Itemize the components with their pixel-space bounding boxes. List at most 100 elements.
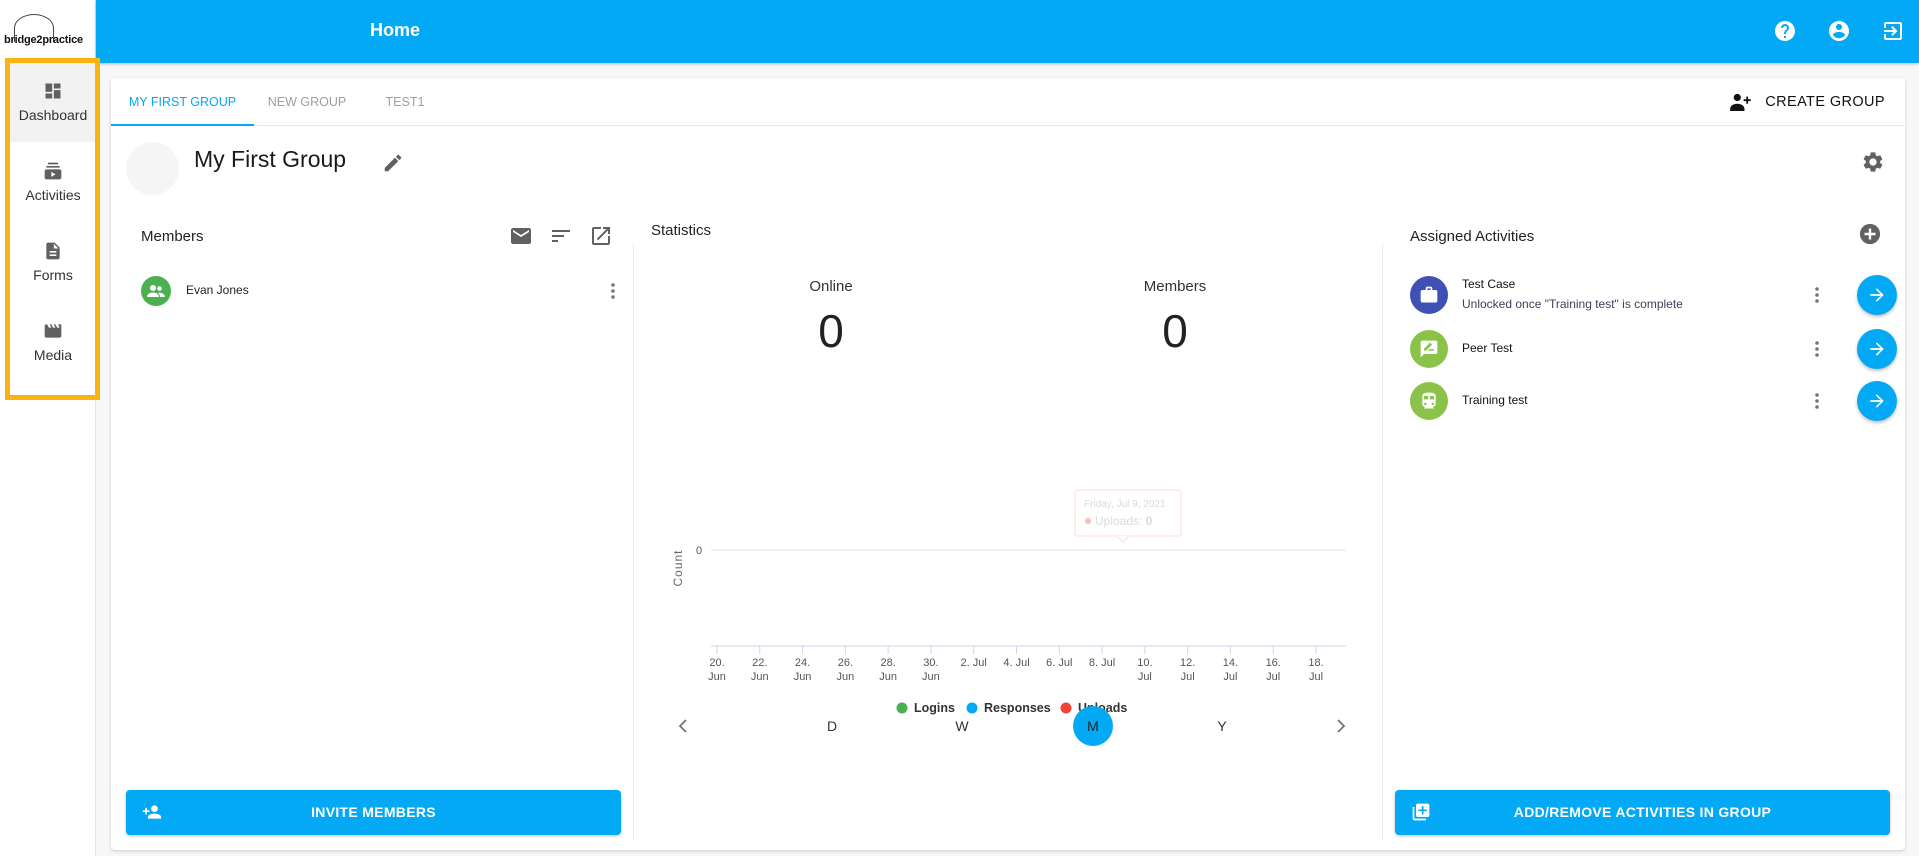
group-avatar[interactable] xyxy=(126,142,179,195)
sidebar-item-label: Dashboard xyxy=(18,107,88,123)
create-group-label: CREATE GROUP xyxy=(1765,94,1885,110)
x-tick-label: 8. Jul xyxy=(1089,657,1115,669)
sidebar-item-media[interactable]: Media xyxy=(10,302,96,382)
legend-marker xyxy=(896,702,908,714)
activity-name: Peer Test xyxy=(1462,341,1513,355)
activity-avatar xyxy=(1410,330,1448,368)
column-divider xyxy=(633,244,634,840)
activity-avatar xyxy=(1410,276,1448,314)
tooltip-date: Friday, Jul 9, 2021 xyxy=(1084,499,1166,510)
feedback-icon xyxy=(1420,340,1438,358)
activity-name: Training test xyxy=(1462,393,1528,407)
arrow-forward-icon xyxy=(1870,342,1884,356)
x-tick-label: Jul xyxy=(1223,671,1237,683)
x-tick-label: Jun xyxy=(879,671,897,683)
arrow-forward-icon xyxy=(1870,288,1884,302)
tooltip-box xyxy=(1074,489,1182,537)
tab-new-group[interactable]: NEW GROUP xyxy=(254,78,360,126)
activities-icon xyxy=(44,162,62,180)
member-row[interactable]: Evan Jones xyxy=(141,276,619,306)
logout-icon[interactable] xyxy=(1881,19,1905,43)
open-activity-button[interactable] xyxy=(1857,381,1897,421)
logo[interactable]: bridge2practice xyxy=(4,12,94,46)
x-tick-label: 4. Jul xyxy=(1003,657,1029,669)
range-week-button[interactable]: W xyxy=(942,706,982,746)
range-day-button[interactable]: D xyxy=(812,706,852,746)
account-icon[interactable] xyxy=(1827,19,1851,43)
range-month-button[interactable]: M xyxy=(1073,706,1113,746)
assigned-activities-title: Assigned Activities xyxy=(1410,228,1535,245)
open-in-new-icon[interactable] xyxy=(589,224,613,248)
x-tick-label: Jun xyxy=(708,671,726,683)
create-group-button[interactable]: CREATE GROUP xyxy=(1729,78,1885,126)
y-axis-label: Count xyxy=(671,549,685,586)
legend-marker xyxy=(1060,702,1072,714)
sidebar-item-label: Media xyxy=(33,347,73,363)
range-year-button[interactable]: Y xyxy=(1202,706,1242,746)
tooltip-series-dot xyxy=(1085,518,1091,524)
chart-tooltip: Friday, Jul 9, 2021 Uploads: 0 xyxy=(1074,489,1182,543)
activity-row[interactable]: Peer Test xyxy=(1410,329,1905,376)
group-add-icon xyxy=(1730,93,1752,111)
email-icon[interactable] xyxy=(509,224,533,248)
x-tick-label: 24. xyxy=(795,657,810,669)
sidebar: bridge2practice Dashboard Activities For… xyxy=(0,0,96,856)
activity-row[interactable]: Training test xyxy=(1410,381,1905,428)
add-remove-activities-button[interactable]: ADD/REMOVE ACTIVITIES IN GROUP xyxy=(1395,790,1890,835)
x-tick-label: 10. xyxy=(1137,657,1152,669)
x-tick-label: 26. xyxy=(838,657,853,669)
more-vert-icon[interactable] xyxy=(1812,339,1822,359)
members-count-label: Members xyxy=(1143,278,1207,295)
x-tick-label: 2. Jul xyxy=(961,657,987,669)
x-tick-label: Jun xyxy=(836,671,854,683)
member-avatar xyxy=(141,276,171,306)
legend-label: Responses xyxy=(984,701,1051,715)
arrow-forward-icon xyxy=(1870,394,1884,408)
open-activity-button[interactable] xyxy=(1857,329,1897,369)
more-vert-icon[interactable] xyxy=(608,281,618,301)
sidebar-item-dashboard[interactable]: Dashboard xyxy=(10,62,96,142)
y-tick-label: 0 xyxy=(696,545,702,557)
top-app-bar: Home xyxy=(96,0,1919,63)
tooltip-series: Uploads: 0 xyxy=(1095,514,1153,528)
x-tick-label: 22. xyxy=(752,657,767,669)
settings-icon[interactable] xyxy=(1861,150,1885,174)
edit-icon[interactable] xyxy=(382,152,404,174)
previous-period-icon[interactable] xyxy=(673,714,693,738)
sidebar-item-label: Activities xyxy=(25,187,81,203)
group-card: MY FIRST GROUP NEW GROUP TEST1 CREATE GR… xyxy=(111,78,1905,850)
train-icon xyxy=(1422,392,1436,409)
sidebar-item-activities[interactable]: Activities xyxy=(10,142,96,222)
group-icon xyxy=(147,285,165,297)
x-tick-label: Jul xyxy=(1138,671,1152,683)
x-tick-label: Jul xyxy=(1309,671,1323,683)
activity-avatar xyxy=(1410,382,1448,420)
page-title: Home xyxy=(370,20,421,40)
activity-subtitle: Unlocked once "Training test" is complet… xyxy=(1462,297,1683,311)
members-title: Members xyxy=(141,228,204,245)
members-count-value: 0 xyxy=(1162,305,1188,357)
x-tick-label: Jul xyxy=(1266,671,1280,683)
next-period-icon[interactable] xyxy=(1331,714,1351,738)
x-tick-label: 16. xyxy=(1266,657,1281,669)
sidebar-item-forms[interactable]: Forms xyxy=(10,222,96,302)
column-divider xyxy=(1382,244,1383,840)
invite-members-label: INVITE MEMBERS xyxy=(311,804,436,820)
x-tick-label: Jun xyxy=(794,671,812,683)
tab-test1[interactable]: TEST1 xyxy=(360,78,450,126)
add-activity-icon[interactable] xyxy=(1859,223,1881,245)
tab-my-first-group[interactable]: MY FIRST GROUP xyxy=(111,78,254,126)
invite-members-button[interactable]: INVITE MEMBERS xyxy=(126,790,621,835)
activity-row[interactable]: Test Case Unlocked once "Training test" … xyxy=(1410,275,1905,322)
open-activity-button[interactable] xyxy=(1857,275,1897,315)
sort-icon[interactable] xyxy=(549,224,573,248)
more-vert-icon[interactable] xyxy=(1812,285,1822,305)
dashboard-icon xyxy=(45,83,61,99)
activity-name: Test Case xyxy=(1462,277,1516,291)
sidebar-item-label: Forms xyxy=(33,267,73,283)
x-tick-label: Jun xyxy=(922,671,940,683)
help-icon[interactable] xyxy=(1773,19,1797,43)
x-tick-label: Jul xyxy=(1181,671,1195,683)
x-tick-label: 18. xyxy=(1308,657,1323,669)
more-vert-icon[interactable] xyxy=(1812,391,1822,411)
